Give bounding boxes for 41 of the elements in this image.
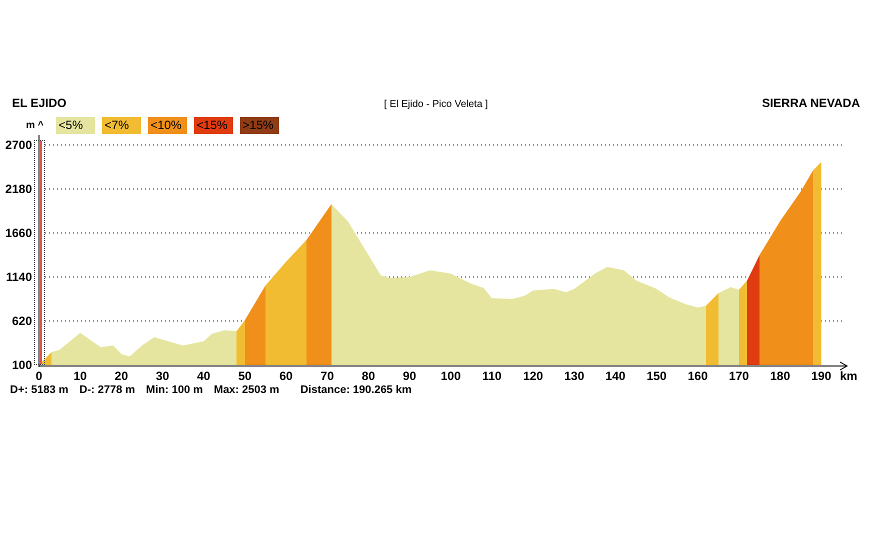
- legend-swatch: >15%: [240, 117, 279, 134]
- route-stat: D+: 5183 m: [10, 383, 68, 398]
- x-tick-label: 160: [688, 369, 708, 383]
- x-tick-label: 130: [564, 369, 584, 383]
- legend-swatch: <7%: [102, 117, 141, 134]
- x-tick-label: 170: [728, 369, 749, 383]
- x-tick-label: 190: [811, 369, 832, 383]
- x-tick-label: 60: [279, 369, 293, 383]
- start-label: EL EJIDO: [12, 95, 68, 112]
- x-tick-label: 10: [74, 369, 87, 383]
- x-tick-label: 90: [402, 369, 416, 383]
- y-tick-label: 2700: [5, 138, 32, 152]
- x-tick-label: 0: [36, 369, 42, 383]
- axis-unit-label: m ^: [26, 120, 44, 130]
- x-tick-label: 20: [114, 369, 128, 383]
- y-tick-label: 100: [12, 358, 32, 372]
- x-tick-label: 40: [197, 369, 210, 383]
- route-title: [ El Ejido - Pico Veleta ]: [384, 98, 488, 112]
- x-tick-label: 150: [646, 369, 667, 383]
- y-tick-label: 620: [12, 314, 32, 328]
- legend-swatch: <10%: [148, 117, 187, 134]
- legend-swatch: <15%: [194, 117, 233, 134]
- x-tick-label: 180: [770, 369, 790, 383]
- route-stat: Distance: 190.265 km: [300, 383, 412, 398]
- x-tick-label: 30: [156, 369, 170, 383]
- route-stat: Max: 2503 m: [214, 383, 280, 398]
- y-tick-label: 1140: [6, 270, 32, 284]
- x-tick-label: 140: [605, 369, 626, 383]
- route-stat: D-: 2778 m: [79, 383, 136, 398]
- y-tick-label: 2180: [5, 182, 32, 196]
- legend-swatch: <5%: [56, 117, 95, 134]
- x-axis-unit: km: [840, 369, 858, 383]
- x-tick-label: 50: [238, 369, 252, 383]
- x-tick-label: 70: [320, 369, 334, 383]
- end-label: SIERRA NEVADA: [760, 95, 860, 112]
- x-tick-label: 100: [440, 369, 461, 383]
- x-tick-label: 80: [362, 369, 376, 383]
- y-tick-label: 1660: [5, 226, 32, 240]
- route-stat: Min: 100 m: [146, 383, 203, 398]
- x-tick-label: 110: [482, 369, 502, 383]
- x-tick-label: 120: [523, 369, 544, 383]
